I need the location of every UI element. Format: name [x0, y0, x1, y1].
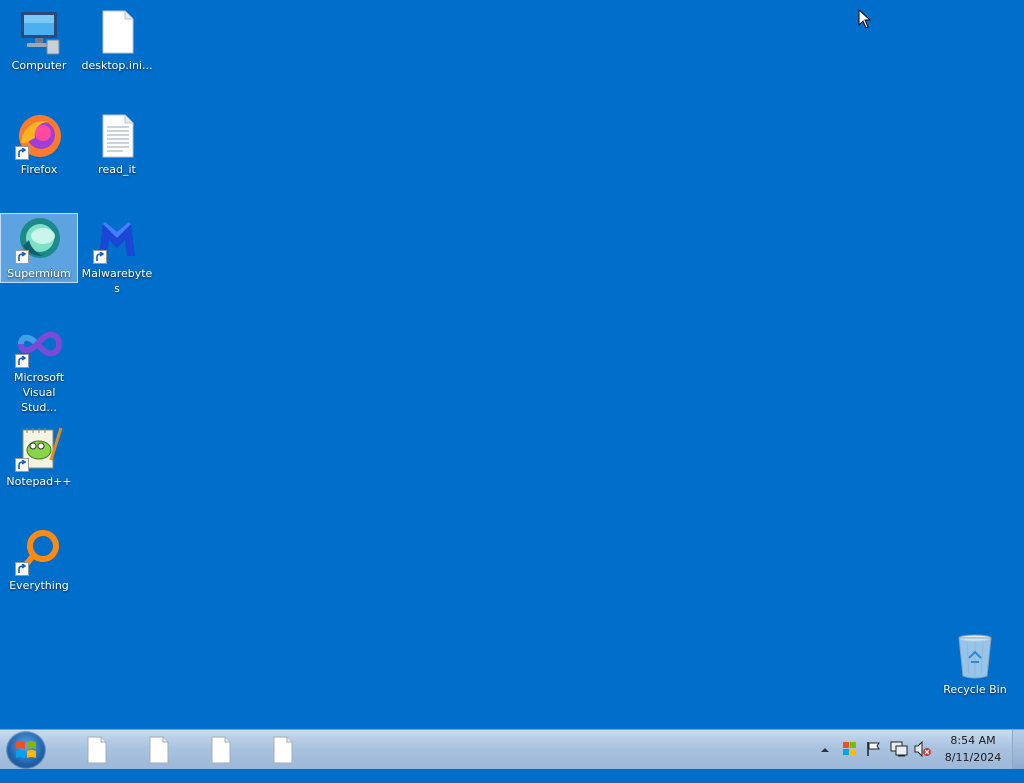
text-file-icon	[93, 112, 141, 160]
desktop-icon-desktop-ini[interactable]: desktop.ini...	[79, 8, 155, 73]
start-button[interactable]	[6, 731, 46, 769]
desktop[interactable]: Computer desktop.ini... Firefox read_it …	[0, 0, 1024, 729]
show-desktop-button[interactable]	[1012, 730, 1024, 769]
computer-icon	[15, 8, 63, 56]
taskbar-clock[interactable]: 8:54 AM 8/11/2024	[940, 732, 1006, 766]
taskbar: 8:54 AM 8/11/2024	[0, 729, 1024, 769]
shortcut-arrow-icon	[15, 458, 29, 472]
clock-date: 8/11/2024	[944, 751, 1002, 764]
desktop-icon-notepadpp[interactable]: Notepad++	[1, 424, 77, 489]
desktop-icon-everything[interactable]: Everything	[1, 528, 77, 593]
taskbar-item-file[interactable]	[210, 736, 232, 764]
shortcut-arrow-icon	[15, 562, 29, 576]
clock-time: 8:54 AM	[950, 734, 996, 747]
desktop-icon-label: Supermium	[7, 267, 71, 280]
file-icon	[87, 736, 107, 764]
everything-icon	[15, 528, 63, 576]
desktop-icon-recycle-bin[interactable]: Recycle Bin	[937, 632, 1013, 697]
desktop-icon-visual-studio[interactable]: Microsoft Visual Stud...	[1, 320, 77, 415]
desktop-icon-label: Microsoft Visual Stud...	[13, 371, 65, 414]
file-icon	[93, 8, 141, 56]
desktop-icon-label: desktop.ini...	[81, 59, 153, 72]
shortcut-arrow-icon	[93, 250, 107, 264]
shortcut-arrow-icon	[15, 354, 29, 368]
mouse-cursor-icon	[858, 8, 872, 32]
desktop-icon-label: Notepad++	[6, 475, 72, 488]
desktop-icon-computer[interactable]: Computer	[1, 8, 77, 73]
desktop-icon-label: Computer	[11, 59, 67, 72]
malwarebytes-icon	[93, 216, 141, 264]
action-center-flag-icon[interactable]	[866, 741, 882, 780]
volume-muted-icon[interactable]	[914, 740, 932, 780]
recycle-bin-icon	[951, 632, 999, 680]
desktop-icon-label: Recycle Bin	[943, 683, 1007, 696]
notepadpp-icon	[15, 424, 63, 472]
taskbar-item-file[interactable]	[148, 736, 170, 764]
desktop-icon-label: read_it	[98, 163, 136, 176]
desktop-icon-supermium[interactable]: Supermium	[0, 213, 78, 283]
show-hidden-icons-arrow[interactable]	[820, 744, 830, 783]
network-icon[interactable]	[890, 741, 908, 780]
windows-logo-icon	[16, 741, 36, 758]
file-icon	[273, 736, 293, 764]
shortcut-arrow-icon	[15, 146, 29, 160]
firefox-icon	[15, 112, 63, 160]
supermium-icon	[15, 216, 63, 264]
desktop-icon-firefox[interactable]: Firefox	[1, 112, 77, 177]
taskbar-item-file[interactable]	[86, 736, 108, 764]
desktop-icon-read-it[interactable]: read_it	[79, 112, 155, 177]
desktop-icon-malwarebytes[interactable]: Malwarebytes	[79, 216, 155, 296]
file-icon	[211, 736, 231, 764]
desktop-icon-label: Everything	[9, 579, 69, 592]
taskbar-item-file[interactable]	[272, 736, 294, 764]
shortcut-arrow-icon	[15, 250, 29, 264]
windows-flag-icon[interactable]	[842, 741, 858, 780]
file-icon	[149, 736, 169, 764]
desktop-icon-label: Malwarebytes	[81, 267, 153, 295]
desktop-icon-label: Firefox	[20, 163, 58, 176]
visual-studio-icon	[15, 320, 63, 368]
